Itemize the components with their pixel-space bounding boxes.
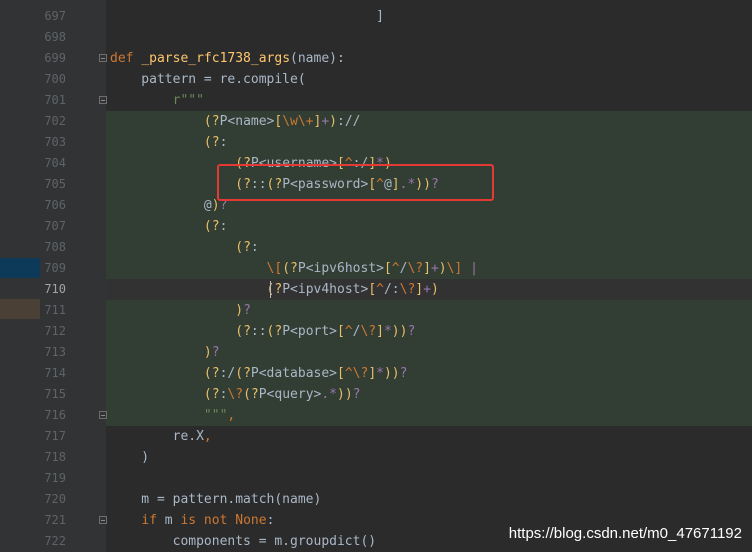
- line-number: 701: [44, 93, 66, 107]
- line-number: 722: [44, 534, 66, 548]
- code-line[interactable]: 713 )?: [0, 342, 752, 363]
- code-text[interactable]: (?:/(?P<database>[^\?]*))?: [110, 363, 408, 384]
- code-text[interactable]: )?: [110, 342, 220, 363]
- code-text[interactable]: r""": [110, 90, 204, 111]
- code-text[interactable]: @)?: [110, 195, 227, 216]
- line-number: 720: [44, 492, 66, 506]
- watermark: https://blog.csdn.net/m0_47671192: [508, 525, 742, 542]
- line-number: 703: [44, 135, 66, 149]
- line-number: 706: [44, 198, 66, 212]
- code-line[interactable]: 711 )?: [0, 300, 752, 321]
- code-text[interactable]: (?::(?P<port>[^/\?]*))?: [110, 321, 415, 342]
- code-text[interactable]: (?P<name>[\w\+]+)://: [110, 111, 361, 132]
- line-number: 705: [44, 177, 66, 191]
- code-line[interactable]: 712 (?::(?P<port>[^/\?]*))?: [0, 321, 752, 342]
- line-number: 707: [44, 219, 66, 233]
- code-line[interactable]: 709 \[(?P<ipv6host>[^/\?]+)\] |: [0, 258, 752, 279]
- code-text[interactable]: m = pattern.match(name): [110, 489, 321, 510]
- line-number: 717: [44, 429, 66, 443]
- line-number: 697: [44, 9, 66, 23]
- code-line[interactable]: 702 (?P<name>[\w\+]+)://: [0, 111, 752, 132]
- line-number: 698: [44, 30, 66, 44]
- code-text[interactable]: pattern = re.compile(: [110, 69, 305, 90]
- code-line[interactable]: 717 re.X,: [0, 426, 752, 447]
- code-text[interactable]: components = m.groupdict(): [110, 531, 377, 552]
- code-line[interactable]: 697 ]: [0, 6, 752, 27]
- code-text[interactable]: ): [110, 447, 149, 468]
- line-number: 699: [44, 51, 66, 65]
- line-number: 718: [44, 450, 66, 464]
- code-text[interactable]: def _parse_rfc1738_args(name):: [110, 48, 345, 69]
- code-line[interactable]: 708 (?:: [0, 237, 752, 258]
- code-text[interactable]: (?:: [110, 237, 258, 258]
- code-text[interactable]: (?:\?(?P<query>.*))?: [110, 384, 361, 405]
- code-text[interactable]: ]: [110, 6, 384, 27]
- code-line[interactable]: 719: [0, 468, 752, 489]
- code-text[interactable]: (?:: [110, 132, 227, 153]
- line-number: 700: [44, 72, 66, 86]
- code-line[interactable]: 718 ): [0, 447, 752, 468]
- line-number: 721: [44, 513, 66, 527]
- code-line[interactable]: 698: [0, 27, 752, 48]
- code-text[interactable]: """,: [110, 405, 235, 426]
- line-number: 714: [44, 366, 66, 380]
- code-line[interactable]: 707 (?:: [0, 216, 752, 237]
- code-line[interactable]: 710 (?P<ipv4host>[^/:\?]+): [0, 279, 752, 300]
- line-number: 709: [44, 261, 66, 275]
- line-number: 712: [44, 324, 66, 338]
- code-text[interactable]: if m is not None:: [110, 510, 274, 531]
- fold-toggle-icon[interactable]: [99, 54, 107, 62]
- code-line[interactable]: 700 pattern = re.compile(: [0, 69, 752, 90]
- red-highlight-box: [217, 164, 494, 201]
- line-number: 711: [44, 303, 66, 317]
- fold-toggle-icon[interactable]: [99, 411, 107, 419]
- code-line[interactable]: 701 r""": [0, 90, 752, 111]
- code-text[interactable]: \[(?P<ipv6host>[^/\?]+)\] |: [110, 258, 478, 279]
- line-number: 702: [44, 114, 66, 128]
- line-number: 708: [44, 240, 66, 254]
- code-text[interactable]: (?:: [110, 216, 227, 237]
- text-caret: [270, 281, 271, 298]
- line-number: 713: [44, 345, 66, 359]
- code-line[interactable]: 716 """,: [0, 405, 752, 426]
- line-number: 715: [44, 387, 66, 401]
- code-editor[interactable]: 697 ] 698 699 def _parse_rfc1738_args(name)…: [0, 0, 752, 552]
- fold-toggle-icon[interactable]: [99, 96, 107, 104]
- code-line[interactable]: 720 m = pattern.match(name): [0, 489, 752, 510]
- code-line[interactable]: 699 def _parse_rfc1738_args(name):: [0, 48, 752, 69]
- line-number: 704: [44, 156, 66, 170]
- fold-toggle-icon[interactable]: [99, 516, 107, 524]
- code-line[interactable]: 715 (?:\?(?P<query>.*))?: [0, 384, 752, 405]
- code-line[interactable]: 703 (?:: [0, 132, 752, 153]
- code-text[interactable]: (?P<ipv4host>[^/:\?]+): [110, 279, 439, 300]
- line-number: 719: [44, 471, 66, 485]
- code-line[interactable]: 714 (?:/(?P<database>[^\?]*))?: [0, 363, 752, 384]
- line-number: 716: [44, 408, 66, 422]
- code-text[interactable]: re.X,: [110, 426, 212, 447]
- line-number: 710: [44, 282, 66, 296]
- code-text[interactable]: )?: [110, 300, 251, 321]
